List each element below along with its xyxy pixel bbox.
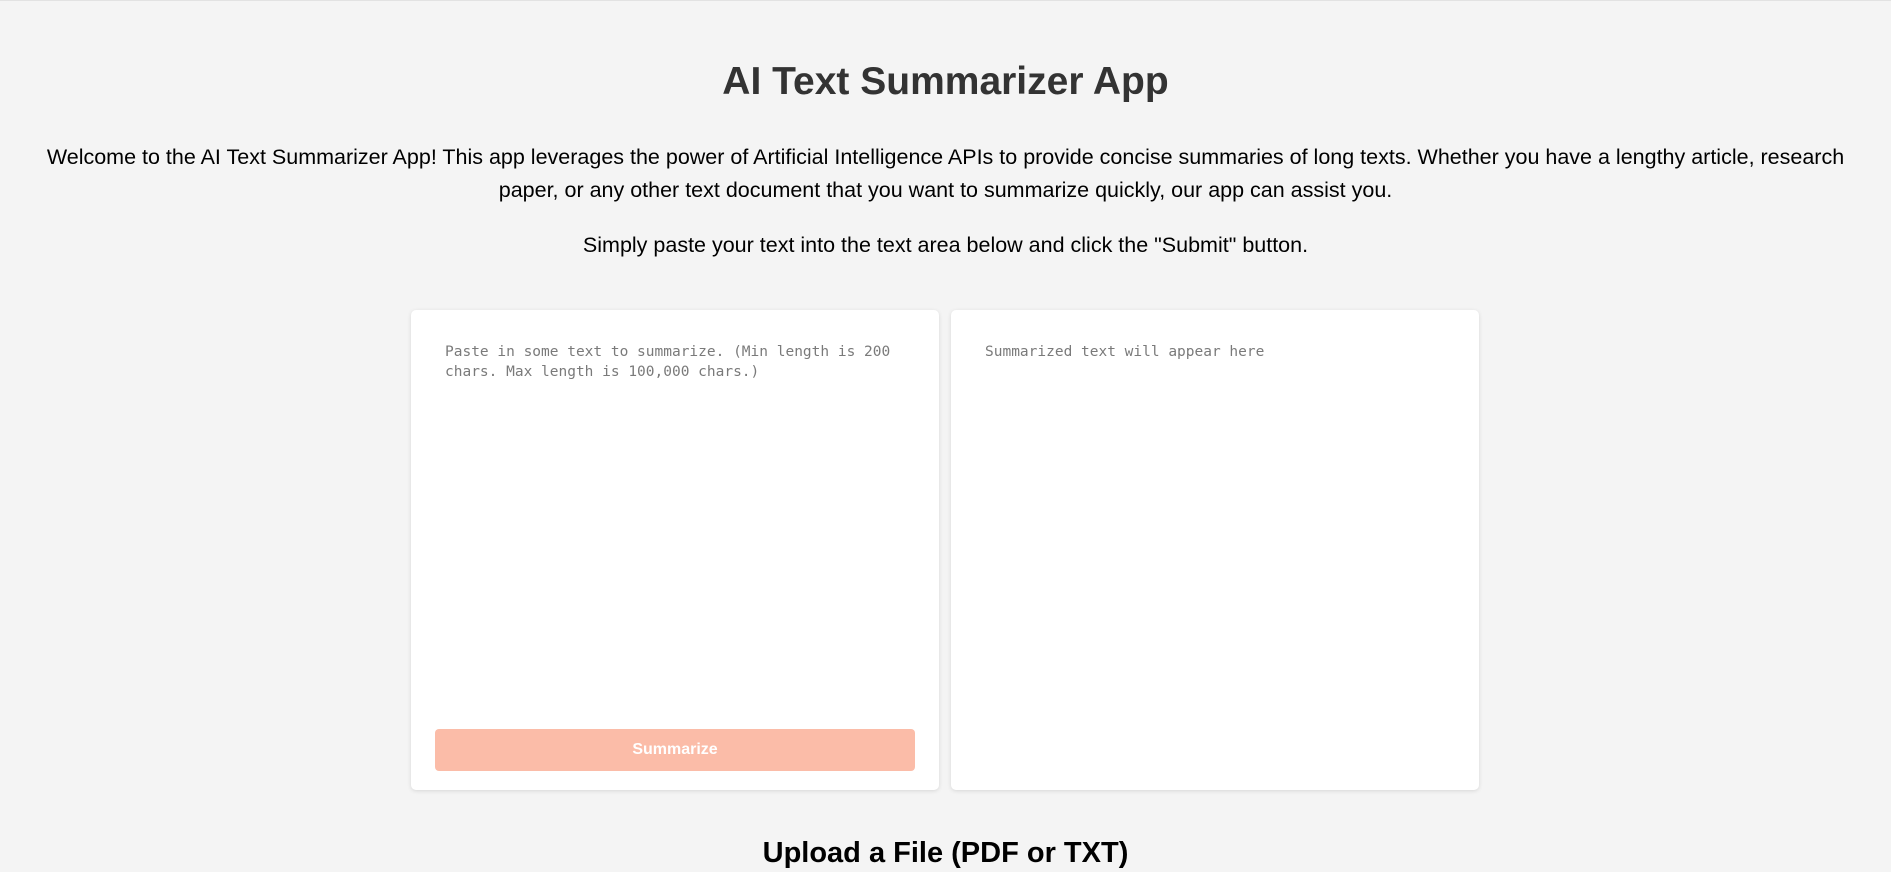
top-border-divider — [0, 0, 1891, 1]
intro-paragraph: Welcome to the AI Text Summarizer App! T… — [46, 145, 1845, 202]
upload-heading: Upload a File (PDF or TXT) — [762, 837, 1129, 869]
text-input-area[interactable] — [435, 334, 915, 714]
input-panel: Summarize — [411, 310, 939, 790]
page-title: AI Text Summarizer App — [722, 60, 1169, 103]
instructions-text: Simply paste your text into the text are… — [582, 233, 1309, 257]
summarize-button[interactable]: Summarize — [435, 729, 915, 771]
output-panel — [951, 310, 1479, 790]
summary-output-area[interactable] — [975, 334, 1455, 764]
